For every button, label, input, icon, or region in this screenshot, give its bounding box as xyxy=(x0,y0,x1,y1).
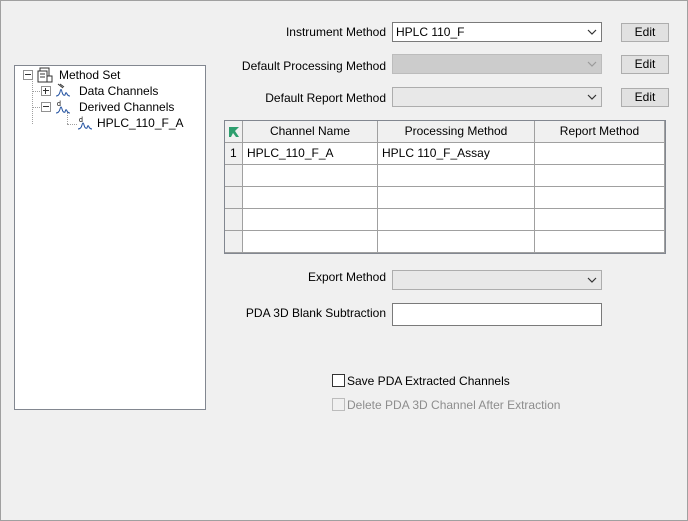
chevron-down-icon xyxy=(587,94,597,100)
grid-cell-channel[interactable] xyxy=(243,187,378,209)
pda-blank-subtraction-input[interactable] xyxy=(392,303,602,326)
derived-channel-icon: d xyxy=(77,117,93,130)
tree-node-data-channels[interactable]: Data Channels xyxy=(41,83,201,99)
derived-channel-icon: d xyxy=(55,101,71,114)
instrument-method-label: Instrument Method xyxy=(285,25,386,39)
column-header-report-method[interactable]: Report Method xyxy=(535,121,665,143)
grid-cell-channel[interactable] xyxy=(243,209,378,231)
grid-cell-channel[interactable] xyxy=(243,165,378,187)
column-header-channel-name[interactable]: Channel Name xyxy=(243,121,378,143)
tree-node-label: Data Channels xyxy=(79,84,159,98)
column-header-processing-method[interactable]: Processing Method xyxy=(378,121,535,143)
grid-cell-report[interactable] xyxy=(535,231,665,253)
channel-method-grid[interactable]: Channel Name Processing Method Report Me… xyxy=(224,120,666,254)
chevron-down-icon xyxy=(587,61,597,67)
save-pda-extracted-checkbox[interactable] xyxy=(332,374,345,387)
chevron-down-icon xyxy=(587,277,597,283)
export-method-dropdown[interactable] xyxy=(392,270,602,290)
edit-report-method-button[interactable]: Edit xyxy=(621,88,669,107)
grid-selector-icon xyxy=(229,127,239,137)
row-header[interactable] xyxy=(225,187,243,209)
row-header[interactable]: 1 xyxy=(225,143,243,165)
tree-node-derived-channels[interactable]: d Derived Channels xyxy=(41,99,201,115)
grid-cell-processing[interactable] xyxy=(378,209,535,231)
tree-node-label: HPLC_110_F_A xyxy=(97,116,184,130)
grid-corner[interactable] xyxy=(225,121,243,143)
method-set-tree[interactable]: Method Set Data Channels d Derived Chann… xyxy=(14,65,206,410)
export-method-label: Export Method xyxy=(307,270,386,284)
collapse-icon[interactable] xyxy=(41,102,51,112)
grid-cell-report[interactable] xyxy=(535,143,665,165)
grid-cell-channel[interactable] xyxy=(243,231,378,253)
grid-cell-processing[interactable]: HPLC 110_F_Assay xyxy=(378,143,535,165)
tree-connector xyxy=(67,124,77,125)
row-header[interactable] xyxy=(225,165,243,187)
delete-pda-channel-checkbox[interactable] xyxy=(332,398,345,411)
method-set-icon xyxy=(37,67,53,83)
expand-icon[interactable] xyxy=(41,86,51,96)
tree-connector xyxy=(32,81,33,124)
delete-pda-channel-label[interactable]: Delete PDA 3D Channel After Extraction xyxy=(347,398,560,412)
row-header[interactable] xyxy=(225,209,243,231)
tree-node-hplc-channel[interactable]: d HPLC_110_F_A xyxy=(77,115,202,131)
edit-processing-method-button[interactable]: Edit xyxy=(621,55,669,74)
row-header[interactable] xyxy=(225,231,243,253)
grid-cell-processing[interactable] xyxy=(378,231,535,253)
grid-cell-channel[interactable]: HPLC_110_F_A xyxy=(243,143,378,165)
edit-instrument-method-button[interactable]: Edit xyxy=(621,23,669,42)
grid-cell-report[interactable] xyxy=(535,209,665,231)
default-processing-method-label: Default Processing Method xyxy=(241,59,386,73)
tree-node-label: Method Set xyxy=(59,68,121,82)
save-pda-extracted-label[interactable]: Save PDA Extracted Channels xyxy=(347,374,510,388)
grid-cell-processing[interactable] xyxy=(378,187,535,209)
default-report-method-dropdown[interactable] xyxy=(392,87,602,107)
data-channel-icon xyxy=(55,83,71,97)
grid-cell-report[interactable] xyxy=(535,165,665,187)
tree-node-method-set[interactable]: Method Set xyxy=(21,67,201,83)
chevron-down-icon xyxy=(587,29,597,35)
grid-cell-processing[interactable] xyxy=(378,165,535,187)
instrument-method-value: HPLC 110_F xyxy=(396,25,465,39)
collapse-icon[interactable] xyxy=(23,70,33,80)
tree-node-label: Derived Channels xyxy=(79,100,175,114)
instrument-method-dropdown[interactable]: HPLC 110_F xyxy=(392,22,602,42)
pda-blank-subtraction-label: PDA 3D Blank Subtraction xyxy=(245,306,386,320)
grid-cell-report[interactable] xyxy=(535,187,665,209)
default-processing-method-dropdown[interactable] xyxy=(392,54,602,74)
default-report-method-label: Default Report Method xyxy=(265,91,386,105)
